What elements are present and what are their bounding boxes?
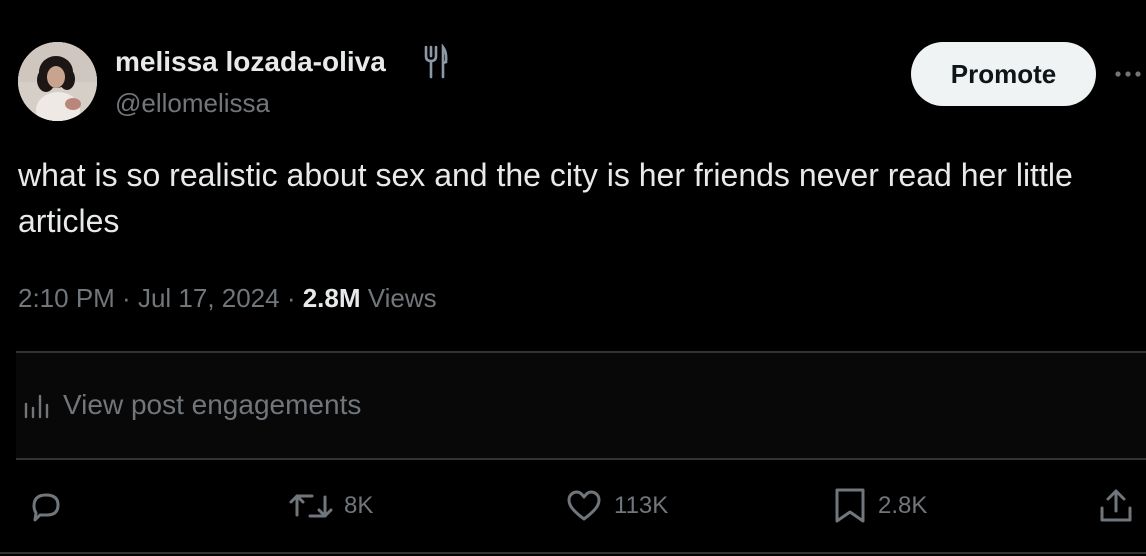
fork-and-knife-icon [424, 44, 448, 79]
more-horizontal-icon[interactable] [1114, 62, 1146, 86]
bottom-divider [0, 552, 1146, 554]
retweet-count: 8K [344, 492, 374, 519]
tweet-date[interactable]: Jul 17, 2024 [138, 283, 280, 313]
tweet-text: what is so realistic about sex and the c… [18, 157, 1073, 239]
retweet-icon [289, 494, 333, 518]
retweet-button[interactable]: 8K [288, 486, 373, 526]
user-handle[interactable]: @ellomelissa [115, 86, 270, 120]
share-icon [1100, 489, 1132, 522]
tweet-time[interactable]: 2:10 PM [18, 283, 115, 313]
heart-icon [567, 490, 601, 521]
profile-photo [18, 42, 97, 121]
bookmark-count: 2.8K [878, 492, 928, 519]
bookmark-button[interactable]: 2.8K [832, 486, 927, 526]
tweet-meta: 2:10 PM · Jul 17, 2024 · 2.8M Views [18, 280, 437, 316]
views-count: 2.8M [302, 283, 361, 313]
like-count: 113K [614, 492, 669, 519]
reply-button[interactable] [26, 486, 76, 526]
views-label: Views [367, 283, 437, 313]
meta-separator: · [114, 283, 138, 313]
promote-button[interactable]: Promote [911, 42, 1096, 106]
avatar[interactable] [18, 42, 97, 121]
reply-icon [32, 493, 60, 522]
view-post-engagements[interactable]: View post engagements [16, 351, 1146, 460]
meta-separator: · [279, 283, 303, 313]
share-button[interactable] [1096, 486, 1136, 526]
engagements-label: View post engagements [63, 389, 362, 420]
like-button[interactable]: 113K [564, 486, 668, 526]
display-name[interactable]: melissa lozada-oliva [115, 44, 386, 80]
bookmark-icon [835, 488, 865, 523]
bar-chart-icon [24, 394, 49, 419]
